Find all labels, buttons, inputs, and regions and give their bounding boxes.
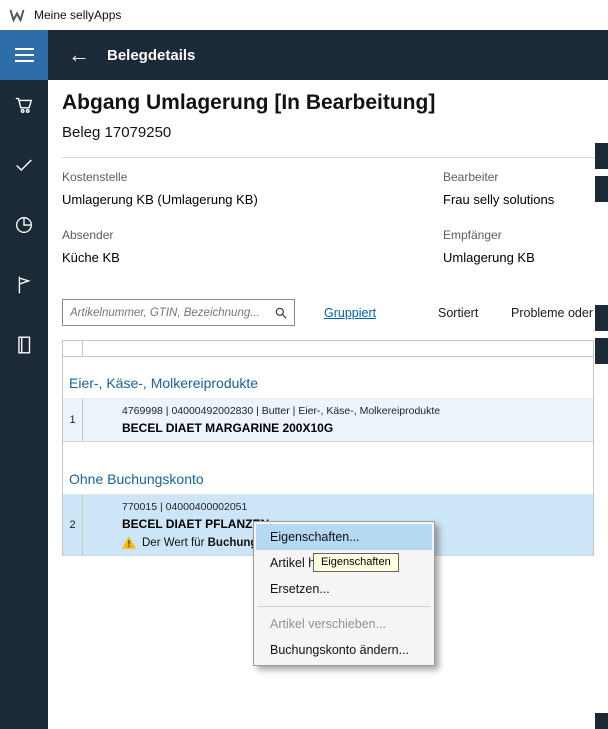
app-header: ← Belegdetails xyxy=(0,30,608,80)
document-number: Beleg 17079250 xyxy=(62,124,171,141)
nav-item-notebook[interactable] xyxy=(0,334,48,394)
field-bearbeiter-value: Frau selly solutions xyxy=(443,192,603,207)
row-content: 4769998 | 04000492002830 | Butter | Eier… xyxy=(83,399,593,441)
clipped-action-button-4[interactable] xyxy=(595,338,608,364)
menu-item-buchungskonto-aendern[interactable]: Buchungskonto ändern... xyxy=(256,637,432,663)
hamburger-menu-button[interactable] xyxy=(0,30,48,80)
filter-sortiert-link[interactable]: Sortiert xyxy=(438,306,478,320)
checkmark-icon xyxy=(13,154,35,176)
field-empfaenger: Empfänger Umlagerung KB xyxy=(443,228,603,265)
warning-text-prefix: Der Wert für xyxy=(142,537,208,549)
field-absender-label: Absender xyxy=(62,228,342,242)
field-empfaenger-label: Empfänger xyxy=(443,228,603,242)
tooltip: Eigenschaften xyxy=(313,553,399,572)
field-kostenstelle: Kostenstelle Umlagerung KB (Umlagerung K… xyxy=(62,170,342,207)
field-kostenstelle-label: Kostenstelle xyxy=(62,170,342,184)
menu-item-artikel-verschieben: Artikel verschieben... xyxy=(256,611,432,637)
nav-item-cart[interactable] xyxy=(0,94,48,154)
document-title: Abgang Umlagerung [In Bearbeitung] xyxy=(62,91,435,115)
app-logo-icon xyxy=(9,7,25,23)
list-header-main-column xyxy=(83,341,593,356)
clipped-action-button-1[interactable] xyxy=(595,143,608,169)
clipped-action-button-2[interactable] xyxy=(595,176,608,202)
clipped-action-button-3[interactable] xyxy=(595,305,608,331)
field-bearbeiter: Bearbeiter Frau selly solutions xyxy=(443,170,603,207)
app-window: Meine sellyApps ← Belegdetails xyxy=(0,0,608,729)
search-box xyxy=(62,299,295,326)
title-bar: Meine sellyApps xyxy=(0,0,608,30)
clipped-bottom-bar xyxy=(595,713,608,729)
field-kostenstelle-value: Umlagerung KB (Umlagerung KB) xyxy=(62,192,342,207)
side-nav xyxy=(0,80,48,729)
group-header-label: Eier-, Käse-, Molkereiprodukte xyxy=(69,375,258,391)
nav-item-tasks[interactable] xyxy=(0,154,48,214)
notebook-icon xyxy=(13,334,35,356)
article-meta: 770015 | 04000400002051 xyxy=(122,501,589,513)
group-header-label: Ohne Buchungskonto xyxy=(69,471,204,487)
row-number: 2 xyxy=(63,495,83,555)
warning-icon xyxy=(122,536,136,549)
page-header-title: Belegdetails xyxy=(107,47,195,64)
menu-separator xyxy=(258,606,430,607)
context-menu: Eigenschaften... Artikel hinzufügen... E… xyxy=(253,521,435,666)
nav-item-statistics[interactable] xyxy=(0,214,48,274)
divider xyxy=(62,157,594,158)
article-row-1[interactable]: 1 4769998 | 04000492002830 | Butter | Ei… xyxy=(63,399,593,442)
menu-item-ersetzen[interactable]: Ersetzen... xyxy=(256,576,432,602)
filter-probleme-link[interactable]: Probleme oder Fehler xyxy=(511,306,595,320)
field-absender: Absender Küche KB xyxy=(62,228,342,265)
article-meta: 4769998 | 04000492002830 | Butter | Eier… xyxy=(122,405,589,417)
list-header-number-column xyxy=(63,341,83,356)
article-name: BECEL DIAET MARGARINE 200X10G xyxy=(122,421,589,435)
flag-icon xyxy=(13,274,35,296)
search-icon xyxy=(274,306,288,320)
menu-item-eigenschaften[interactable]: Eigenschaften... xyxy=(256,524,432,550)
field-empfaenger-value: Umlagerung KB xyxy=(443,250,603,265)
search-button[interactable] xyxy=(268,300,294,325)
field-bearbeiter-label: Bearbeiter xyxy=(443,170,603,184)
search-input[interactable] xyxy=(63,307,268,319)
row-number: 1 xyxy=(63,399,83,441)
shopping-cart-icon xyxy=(13,94,35,116)
group-header-molkereiprodukte: Eier-, Käse-, Molkereiprodukte xyxy=(63,357,593,399)
list-header-row xyxy=(63,341,593,357)
group-header-ohne-buchungskonto: Ohne Buchungskonto xyxy=(63,442,593,495)
window-title: Meine sellyApps xyxy=(34,8,121,22)
pie-chart-icon xyxy=(13,214,35,236)
filter-gruppiert-link[interactable]: Gruppiert xyxy=(324,306,376,320)
hamburger-icon xyxy=(15,48,34,50)
nav-item-flag[interactable] xyxy=(0,274,48,334)
field-absender-value: Küche KB xyxy=(62,250,342,265)
back-button[interactable]: ← xyxy=(68,44,90,66)
